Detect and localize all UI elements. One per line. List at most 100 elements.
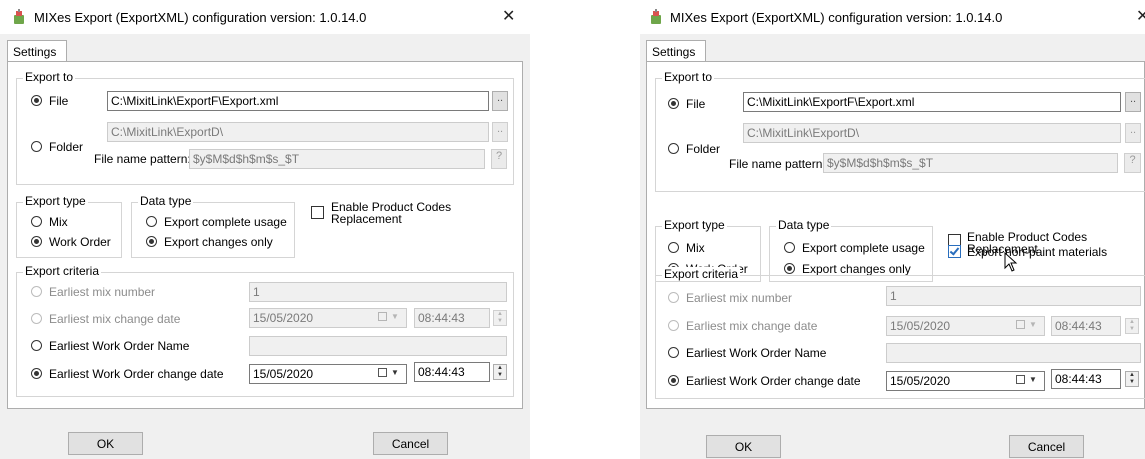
ok-button[interactable]: OK: [68, 432, 143, 455]
config-dialog-right: MIXes Export (ExportXML) configuration v…: [640, 0, 1145, 459]
pattern-help-button[interactable]: ?: [491, 149, 507, 169]
file-label: File: [49, 94, 69, 108]
mix-change-date-picker[interactable]: 15/05/2020 ▼: [886, 316, 1045, 336]
cancel-button[interactable]: Cancel: [1009, 435, 1084, 458]
close-icon[interactable]: ✕: [502, 6, 515, 26]
wo-name-radio[interactable]: [668, 347, 679, 358]
export-type-legend: Export type: [662, 218, 727, 232]
mix-change-date-value: 15/05/2020: [890, 319, 951, 333]
mix-change-date-label: Earliest mix change date: [686, 319, 818, 333]
mix-time-spinner[interactable]: ▲ ▼: [1125, 318, 1139, 334]
file-browse-button[interactable]: ..: [1125, 92, 1141, 112]
data-type-group: Data type Export complete usage Export c…: [769, 218, 933, 282]
complete-usage-radio[interactable]: [784, 242, 795, 253]
pattern-help-button[interactable]: ?: [1124, 153, 1141, 173]
wo-change-date-value: 15/05/2020: [253, 367, 314, 381]
pattern-field[interactable]: $y$M$d$h$m$s_$T: [189, 149, 485, 169]
chevron-down-icon: ▼: [1029, 375, 1037, 384]
mix-time-spinner[interactable]: ▲ ▼: [493, 310, 507, 326]
folder-radio[interactable]: [31, 141, 42, 152]
pattern-field[interactable]: $y$M$d$h$m$s_$T: [823, 153, 1118, 173]
wo-name-field[interactable]: [886, 343, 1141, 363]
title-bar: MIXes Export (ExportXML) configuration v…: [640, 0, 1145, 34]
ok-button[interactable]: OK: [706, 435, 781, 458]
enable-codes-label-2: Replacement: [331, 212, 402, 226]
mix-number-field[interactable]: 1: [886, 286, 1141, 306]
close-icon[interactable]: ✕: [1136, 6, 1145, 26]
wo-change-date-picker[interactable]: 15/05/2020 ▼: [886, 371, 1045, 391]
mix-number-label: Earliest mix number: [686, 291, 793, 305]
complete-usage-radio[interactable]: [146, 216, 157, 227]
settings-panel: Export to File C:\MixitLink\ExportF\Expo…: [7, 61, 523, 409]
mix-radio[interactable]: [668, 242, 679, 253]
mix-radio[interactable]: [31, 216, 42, 227]
complete-usage-label: Export complete usage: [164, 215, 287, 229]
mix-change-date-radio[interactable]: [31, 313, 42, 324]
export-to-group: Export to File C:\MixitLink\ExportF\Expo…: [655, 70, 1145, 192]
folder-browse-button[interactable]: ..: [1125, 123, 1141, 143]
wo-name-label: Earliest Work Order Name: [686, 346, 827, 360]
mix-change-date-value: 15/05/2020: [253, 311, 314, 325]
chevron-down-icon: ▼: [1029, 320, 1037, 329]
data-type-legend: Data type: [776, 218, 832, 232]
tab-settings[interactable]: Settings: [646, 40, 706, 62]
mix-number-radio[interactable]: [31, 286, 42, 297]
file-radio[interactable]: [668, 98, 679, 109]
wo-change-date-radio[interactable]: [31, 368, 42, 379]
app-icon: [14, 9, 24, 24]
export-to-legend: Export to: [23, 70, 76, 84]
mix-change-date-label: Earliest mix change date: [49, 312, 181, 326]
wo-change-date-picker[interactable]: 15/05/2020 ▼: [249, 364, 407, 384]
wo-name-label: Earliest Work Order Name: [49, 339, 190, 353]
file-path-field[interactable]: C:\MixitLink\ExportF\Export.xml: [107, 91, 489, 111]
folder-browse-button[interactable]: ..: [492, 122, 508, 142]
export-type-legend: Export type: [23, 194, 88, 208]
mix-change-date-picker[interactable]: 15/05/2020 ▼: [249, 308, 407, 328]
enable-codes-checkbox[interactable]: [311, 206, 324, 219]
changes-only-radio[interactable]: [784, 263, 795, 274]
wo-name-field[interactable]: [249, 336, 507, 356]
export-criteria-legend: Export criteria: [662, 267, 741, 281]
wo-name-radio[interactable]: [31, 340, 42, 351]
changes-only-radio[interactable]: [146, 236, 157, 247]
export-criteria-group: Export criteria Earliest mix number 1 Ea…: [16, 264, 514, 397]
folder-path-field[interactable]: C:\MixitLink\ExportD\: [107, 122, 489, 142]
export-to-legend: Export to: [662, 70, 715, 84]
calendar-icon: [1016, 320, 1025, 329]
mix-number-field[interactable]: 1: [249, 282, 507, 302]
export-to-group: Export to File C:\MixitLink\ExportF\Expo…: [16, 70, 514, 185]
mix-change-time-field[interactable]: 08:44:43: [1051, 316, 1121, 336]
pattern-label: File name pattern:: [94, 152, 191, 166]
chevron-down-icon: ▼: [391, 368, 399, 377]
mix-label: Mix: [686, 241, 705, 255]
chevron-down-icon: ▼: [391, 312, 399, 321]
folder-radio[interactable]: [668, 143, 679, 154]
folder-path-field[interactable]: C:\MixitLink\ExportD\: [743, 123, 1121, 143]
mix-change-date-radio[interactable]: [668, 320, 679, 331]
wo-change-time-field[interactable]: 08:44:43: [414, 362, 490, 382]
calendar-icon: [378, 312, 387, 321]
export-type-group: Export type Mix Work Order: [16, 194, 122, 258]
calendar-icon: [378, 368, 387, 377]
non-paint-checkbox[interactable]: [948, 245, 961, 258]
file-label: File: [686, 97, 706, 111]
file-browse-button[interactable]: ..: [492, 91, 508, 111]
tab-settings[interactable]: Settings: [7, 40, 67, 62]
mix-change-time-field[interactable]: 08:44:43: [414, 308, 490, 328]
wo-change-date-radio[interactable]: [668, 375, 679, 386]
folder-label: Folder: [49, 140, 84, 154]
work-order-radio[interactable]: [31, 236, 42, 247]
mix-number-radio[interactable]: [668, 292, 679, 303]
non-paint-label: Export non-paint materials: [967, 245, 1108, 259]
wo-time-spinner[interactable]: ▲ ▼: [493, 364, 507, 380]
changes-only-label: Export changes only: [802, 262, 911, 276]
cancel-button[interactable]: Cancel: [373, 432, 448, 455]
data-type-legend: Data type: [138, 194, 194, 208]
wo-change-date-label: Earliest Work Order change date: [49, 367, 224, 381]
file-radio[interactable]: [31, 95, 42, 106]
file-path-field[interactable]: C:\MixitLink\ExportF\Export.xml: [743, 92, 1121, 112]
changes-only-label: Export changes only: [164, 235, 273, 249]
wo-change-date-label: Earliest Work Order change date: [686, 374, 861, 388]
wo-change-time-field[interactable]: 08:44:43: [1051, 369, 1121, 389]
wo-time-spinner[interactable]: ▲ ▼: [1125, 371, 1139, 387]
